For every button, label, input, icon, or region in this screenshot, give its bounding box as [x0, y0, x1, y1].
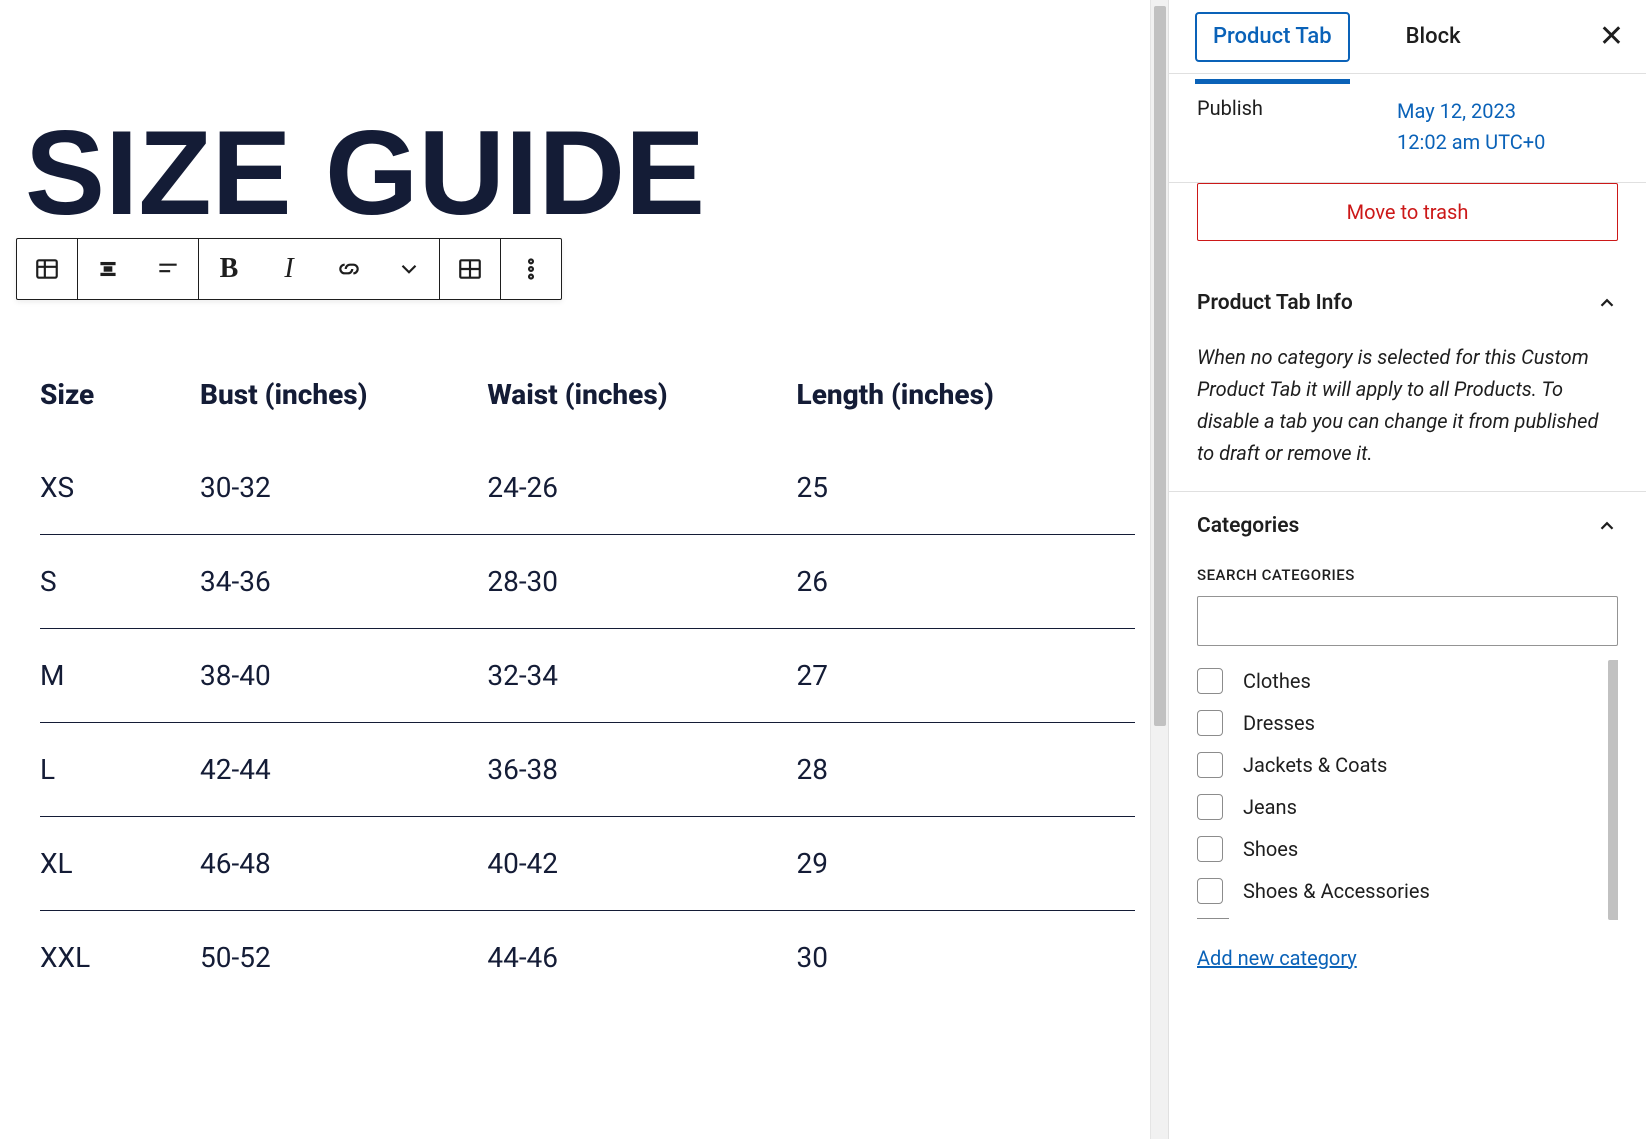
table-cell[interactable]: XL — [40, 817, 200, 911]
checkbox[interactable] — [1197, 752, 1223, 778]
table-cell[interactable]: S — [40, 535, 200, 629]
add-new-category-link[interactable]: Add new category — [1197, 946, 1357, 970]
editor-canvas: SIZE GUIDE B I — [0, 0, 1150, 1139]
categories-panel: Categories SEARCH CATEGORIES Clothes Dres… — [1169, 492, 1646, 992]
table-cell[interactable]: 28 — [797, 723, 1135, 817]
checkbox — [1197, 918, 1229, 920]
category-label: Jeans — [1243, 795, 1297, 819]
scrollbar-thumb[interactable] — [1154, 6, 1166, 726]
category-item[interactable]: Jeans — [1197, 786, 1618, 828]
table-cell[interactable]: 46-48 — [200, 817, 487, 911]
table-row[interactable]: XS30-3224-2625 — [40, 441, 1135, 535]
more-options-icon[interactable] — [501, 239, 561, 299]
publish-label: Publish — [1197, 96, 1397, 158]
table-cell[interactable]: 50-52 — [200, 911, 487, 1005]
checkbox[interactable] — [1197, 878, 1223, 904]
table-cell[interactable]: 25 — [797, 441, 1135, 535]
editor-scrollbar[interactable] — [1150, 0, 1168, 1139]
table-cell[interactable]: 26 — [797, 535, 1135, 629]
category-label: Dresses — [1243, 711, 1315, 735]
table-cell[interactable]: L — [40, 723, 200, 817]
table-cell[interactable]: 34-36 — [200, 535, 487, 629]
checkbox[interactable] — [1197, 794, 1223, 820]
doc-title[interactable]: SIZE GUIDE — [25, 110, 1135, 236]
table-cell[interactable]: M — [40, 629, 200, 723]
checkbox[interactable] — [1197, 710, 1223, 736]
category-label: Jackets & Coats — [1243, 753, 1387, 777]
product-tab-info-panel: Product Tab Info When no category is sel… — [1169, 269, 1646, 492]
more-richtext-dropdown-icon[interactable] — [379, 239, 439, 299]
table-cell[interactable]: XS — [40, 441, 200, 535]
table-header: Length (inches) — [797, 356, 1135, 441]
table-cell[interactable]: 30 — [797, 911, 1135, 1005]
bold-button[interactable]: B — [199, 239, 259, 299]
publish-row: Publish May 12, 2023 12:02 am UTC+0 — [1169, 74, 1646, 183]
category-item[interactable]: Clothes — [1197, 660, 1618, 702]
category-item[interactable]: Dresses — [1197, 702, 1618, 744]
publish-date-line1: May 12, 2023 — [1397, 96, 1545, 127]
italic-button[interactable]: I — [259, 239, 319, 299]
search-categories-input[interactable] — [1197, 596, 1618, 646]
section-heading: Product Tab Info — [1197, 291, 1353, 315]
table-header: Size — [40, 356, 200, 441]
table-cell[interactable]: XXL — [40, 911, 200, 1005]
search-categories-label: SEARCH CATEGORIES — [1197, 566, 1618, 584]
table-cell[interactable]: 29 — [797, 817, 1135, 911]
section-heading: Categories — [1197, 514, 1299, 538]
settings-sidebar: Product Tab Block ✕ Publish May 12, 2023… — [1168, 0, 1646, 1139]
table-cell[interactable]: 38-40 — [200, 629, 487, 723]
category-label: Shoes & Accessories — [1243, 879, 1430, 903]
category-item[interactable]: Shoes — [1197, 828, 1618, 870]
category-item[interactable]: Shoes & Accessories — [1197, 870, 1618, 912]
table-cell[interactable]: 24-26 — [487, 441, 796, 535]
table-cell[interactable]: 27 — [797, 629, 1135, 723]
block-toolbar: B I — [16, 238, 562, 300]
table-row[interactable]: M38-4032-3427 — [40, 629, 1135, 723]
table-header-row: Size Bust (inches) Waist (inches) Length… — [40, 356, 1135, 441]
table-header: Waist (inches) — [487, 356, 796, 441]
category-label: Clothes — [1243, 669, 1311, 693]
checkbox[interactable] — [1197, 668, 1223, 694]
table-cell[interactable]: 28-30 — [487, 535, 796, 629]
publish-date-link[interactable]: May 12, 2023 12:02 am UTC+0 — [1397, 96, 1545, 158]
table-edit-icon[interactable] — [440, 239, 500, 299]
category-list: Clothes Dresses Jackets & Coats Jeans Shoes S… — [1197, 660, 1618, 920]
sidebar-tabs: Product Tab Block ✕ — [1169, 0, 1646, 74]
size-table[interactable]: Size Bust (inches) Waist (inches) Length… — [40, 356, 1135, 1004]
product-tab-info-toggle[interactable]: Product Tab Info — [1197, 291, 1618, 315]
block-type-table-icon[interactable] — [17, 239, 77, 299]
category-item[interactable]: Jackets & Coats — [1197, 744, 1618, 786]
table-row[interactable]: L42-4436-3828 — [40, 723, 1135, 817]
table-cell[interactable]: 36-38 — [487, 723, 796, 817]
table-header: Bust (inches) — [200, 356, 487, 441]
publish-date-line2: 12:02 am UTC+0 — [1397, 127, 1545, 158]
table-cell[interactable]: 44-46 — [487, 911, 796, 1005]
chevron-up-icon — [1596, 515, 1618, 537]
info-text: When no category is selected for this Cu… — [1197, 341, 1618, 469]
table-cell[interactable]: 40-42 — [487, 817, 796, 911]
table-row[interactable]: S34-3628-3026 — [40, 535, 1135, 629]
table-cell[interactable]: 42-44 — [200, 723, 487, 817]
table-cell[interactable]: 30-32 — [200, 441, 487, 535]
categories-toggle[interactable]: Categories — [1197, 514, 1618, 538]
tab-product-tab[interactable]: Product Tab — [1195, 12, 1350, 62]
link-button[interactable] — [319, 239, 379, 299]
checkbox[interactable] — [1197, 836, 1223, 862]
table-row[interactable]: XL46-4840-4229 — [40, 817, 1135, 911]
text-align-icon[interactable] — [138, 239, 198, 299]
align-icon[interactable] — [78, 239, 138, 299]
table-cell[interactable]: 32-34 — [487, 629, 796, 723]
chevron-up-icon — [1596, 292, 1618, 314]
tab-block[interactable]: Block — [1390, 12, 1477, 62]
category-label: Shoes — [1243, 837, 1298, 861]
move-to-trash-button[interactable]: Move to trash — [1197, 183, 1618, 241]
close-sidebar-icon[interactable]: ✕ — [1599, 22, 1624, 52]
category-list-scrollbar[interactable] — [1608, 660, 1618, 920]
table-row[interactable]: XXL50-5244-4630 — [40, 911, 1135, 1005]
